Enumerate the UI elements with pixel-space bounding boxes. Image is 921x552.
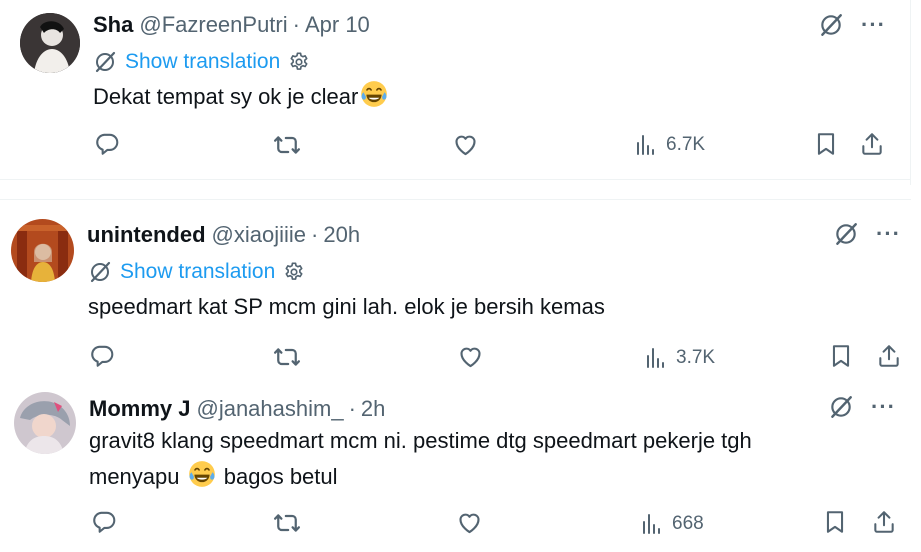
retweet-icon — [273, 343, 301, 371]
like-button[interactable] — [457, 343, 484, 370]
user-avatar[interactable] — [20, 13, 80, 73]
reply-button[interactable] — [94, 131, 120, 157]
retweet-button[interactable] — [273, 509, 301, 537]
retweet-icon — [273, 509, 301, 537]
tweet-text-body: speedmart kat SP mcm gini lah. elok je b… — [88, 294, 605, 319]
bookmark-button[interactable] — [828, 343, 854, 369]
bookmark-icon — [822, 509, 848, 535]
more-icon[interactable]: ··· — [876, 223, 901, 245]
timestamp[interactable]: Apr 10 — [305, 12, 370, 38]
avatar-image — [11, 219, 74, 282]
reply-icon — [91, 509, 117, 535]
views-count: 3.7K — [676, 347, 716, 368]
tweet-text: Dekat tempat sy ok je clear — [93, 79, 390, 119]
tweet-header: Sha @FazreenPutri · Apr 10 — [93, 12, 370, 38]
show-translation-label: Show translation — [120, 260, 276, 283]
tweet-top-actions: ··· — [833, 221, 901, 247]
user-handle[interactable]: @xiaojiiie — [212, 222, 306, 248]
tweet-text-part: bagos betul — [223, 464, 338, 489]
laughing-emoji-icon — [188, 460, 216, 499]
share-button[interactable] — [876, 343, 902, 369]
grok-icon[interactable] — [833, 221, 859, 247]
retweet-button[interactable] — [273, 343, 301, 371]
user-avatar[interactable] — [14, 392, 76, 454]
user-handle[interactable]: @janahashim_ — [196, 396, 343, 422]
share-button[interactable] — [859, 131, 885, 157]
more-icon[interactable]: ··· — [861, 14, 886, 36]
separator: · — [311, 222, 319, 247]
timestamp[interactable]: 2h — [361, 396, 385, 422]
user-handle[interactable]: @FazreenPutri — [139, 12, 287, 38]
tweet-header: unintended @xiaojiiie · 20h — [87, 222, 360, 248]
views-icon — [634, 133, 658, 157]
retweet-button[interactable] — [273, 131, 301, 159]
show-translation-link[interactable]: Show translation — [88, 260, 305, 284]
retweet-icon — [273, 131, 301, 159]
heart-icon — [457, 343, 484, 370]
divider — [0, 179, 911, 180]
share-icon — [876, 343, 902, 369]
timestamp[interactable]: 20h — [323, 222, 360, 248]
tweet-text-line-2: menyapu bagos betul — [89, 459, 889, 499]
share-button[interactable] — [871, 509, 897, 535]
gear-icon[interactable] — [283, 261, 305, 283]
separator: · — [292, 12, 300, 37]
like-button[interactable] — [456, 509, 483, 536]
views-count: 668 — [672, 513, 704, 534]
tweet-text: gravit8 klang speedmart mcm ni. pestime … — [89, 423, 889, 499]
views-count: 6.7K — [666, 134, 706, 155]
bookmark-button[interactable] — [813, 131, 839, 157]
tweet-top-actions: ··· — [818, 12, 886, 38]
avatar-image — [14, 392, 76, 454]
like-button[interactable] — [452, 131, 479, 158]
show-translation-link[interactable]: Show translation — [93, 50, 310, 74]
views-button[interactable]: 668 — [640, 512, 704, 536]
bookmark-icon — [813, 131, 839, 157]
share-icon — [871, 509, 897, 535]
tweet-text: speedmart kat SP mcm gini lah. elok je b… — [88, 289, 605, 325]
show-translation-label: Show translation — [125, 50, 281, 73]
tweet-3[interactable]: Mommy J @janahashim_ · 2h ··· gravit8 kl… — [0, 378, 921, 552]
share-icon — [859, 131, 885, 157]
grok-icon[interactable] — [818, 12, 844, 38]
display-name[interactable]: Sha — [93, 12, 133, 38]
translate-icon — [93, 50, 117, 74]
tweet-1[interactable]: Sha @FazreenPutri · Apr 10 ··· Show tran… — [0, 0, 921, 185]
grok-icon[interactable] — [828, 394, 854, 420]
avatar-image — [20, 13, 80, 73]
gear-icon[interactable] — [288, 51, 310, 73]
heart-icon — [452, 131, 479, 158]
laughing-emoji-icon — [360, 80, 388, 119]
reply-icon — [89, 343, 115, 369]
views-icon — [644, 346, 668, 370]
tweet-2[interactable]: unintended @xiaojiiie · 20h ··· Show tra… — [0, 200, 921, 375]
bookmark-button[interactable] — [822, 509, 848, 535]
views-button[interactable]: 6.7K — [634, 133, 705, 157]
reply-button[interactable] — [89, 343, 115, 369]
tweet-text-line-1: gravit8 klang speedmart mcm ni. pestime … — [89, 428, 752, 453]
more-icon[interactable]: ··· — [871, 396, 896, 418]
tweet-text-part: menyapu — [89, 464, 180, 489]
views-button[interactable]: 3.7K — [644, 346, 715, 370]
reply-button[interactable] — [91, 509, 117, 535]
heart-icon — [456, 509, 483, 536]
user-avatar[interactable] — [11, 219, 74, 282]
views-icon — [640, 512, 664, 536]
separator: · — [348, 396, 356, 421]
column-border — [910, 0, 911, 185]
tweet-header: Mommy J @janahashim_ · 2h — [89, 396, 385, 422]
tweet-top-actions: ··· — [828, 394, 896, 420]
display-name[interactable]: unintended — [87, 222, 206, 248]
bookmark-icon — [828, 343, 854, 369]
tweet-text-body: Dekat tempat sy ok je clear — [93, 84, 359, 109]
reply-icon — [94, 131, 120, 157]
translate-icon — [88, 260, 112, 284]
display-name[interactable]: Mommy J — [89, 396, 190, 422]
